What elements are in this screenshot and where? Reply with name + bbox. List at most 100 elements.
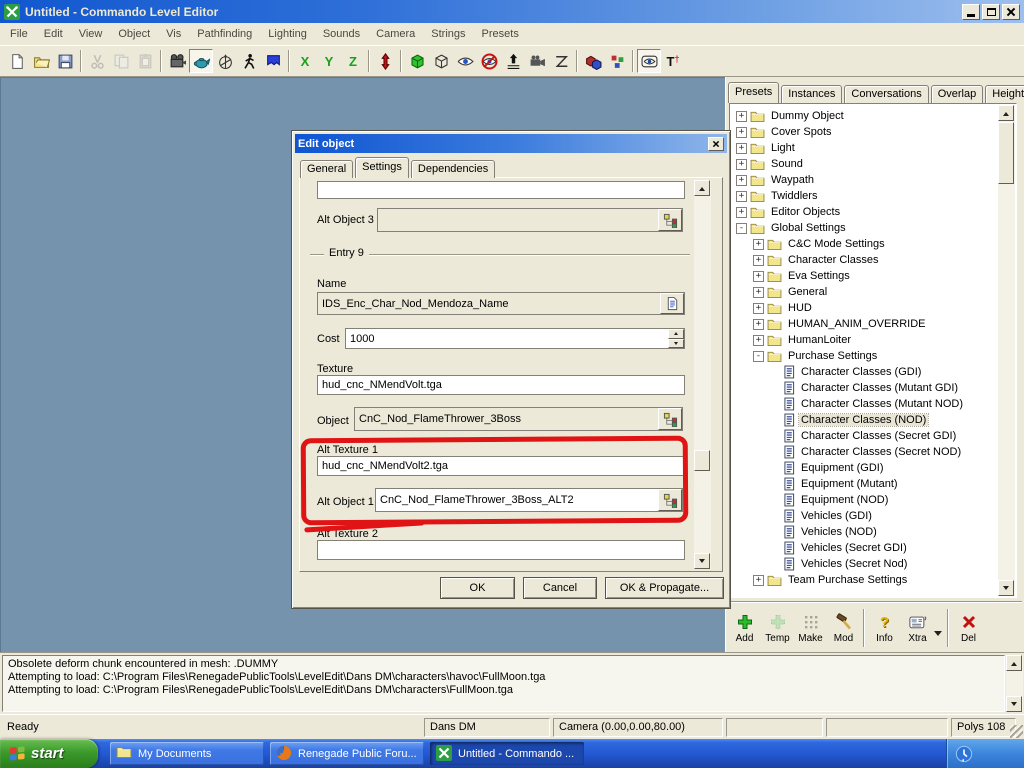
tree-item[interactable]: +HumanLoiter <box>732 332 1014 348</box>
menu-item-file[interactable]: File <box>2 25 36 43</box>
texture-input[interactable] <box>317 375 685 395</box>
tree-item[interactable]: +HUMAN_ANIM_OVERRIDE <box>732 316 1014 332</box>
resize-grip[interactable] <box>1010 725 1023 738</box>
tree-item[interactable]: Character Classes (Secret NOD) <box>732 444 1014 460</box>
expand-toggle[interactable]: + <box>736 191 747 202</box>
object-browse-button[interactable] <box>658 408 682 430</box>
color-dots-button[interactable] <box>605 49 629 73</box>
taskbar-task-my-documents[interactable]: My Documents <box>110 742 264 765</box>
tree-item[interactable]: Equipment (NOD) <box>732 492 1014 508</box>
tree-scrollbar[interactable] <box>998 105 1015 596</box>
scroll-thumb[interactable] <box>694 450 710 471</box>
menu-item-vis[interactable]: Vis <box>158 25 189 43</box>
scroll-down-button[interactable] <box>1006 696 1022 712</box>
axis-gizmo-button[interactable] <box>213 49 237 73</box>
scroll-down-button[interactable] <box>694 553 710 569</box>
collapse-toggle[interactable]: - <box>753 351 764 362</box>
taskbar-task-untitled-commando[interactable]: Untitled - Commando ... <box>430 742 584 765</box>
ok-button[interactable]: OK <box>440 577 515 599</box>
cancel-button[interactable]: Cancel <box>523 577 597 599</box>
cost-input[interactable] <box>345 328 685 349</box>
y-axis-button[interactable]: Y <box>317 49 341 73</box>
panel-tab-conversations[interactable]: Conversations <box>844 85 928 103</box>
tree-item[interactable]: Character Classes (Secret GDI) <box>732 428 1014 444</box>
tree-item[interactable]: +Character Classes <box>732 252 1014 268</box>
menu-item-camera[interactable]: Camera <box>368 25 423 43</box>
tree-item[interactable]: Character Classes (NOD) <box>732 412 1014 428</box>
waypoint-flag-button[interactable] <box>261 49 285 73</box>
vertical-move-button[interactable] <box>373 49 397 73</box>
tree-item[interactable]: +Sound <box>732 156 1014 172</box>
object-input[interactable] <box>354 407 683 431</box>
expand-toggle[interactable]: + <box>736 159 747 170</box>
log-scrollbar[interactable] <box>1006 655 1023 712</box>
alt-texture-1-input[interactable] <box>317 456 685 476</box>
x-axis-button[interactable]: X <box>293 49 317 73</box>
tree-item[interactable]: -Purchase Settings <box>732 348 1014 364</box>
tree-item[interactable]: Character Classes (GDI) <box>732 364 1014 380</box>
tree-item[interactable]: Vehicles (Secret Nod) <box>732 556 1014 572</box>
del-button[interactable]: Del <box>952 607 985 649</box>
xtra-button[interactable]: Xtra <box>901 607 934 649</box>
expand-toggle[interactable]: + <box>753 303 764 314</box>
minimize-button[interactable] <box>962 4 980 20</box>
tree-item[interactable]: +Eva Settings <box>732 268 1014 284</box>
tree-item[interactable]: +Editor Objects <box>732 204 1014 220</box>
walking-man-button[interactable] <box>237 49 261 73</box>
dialog-tab-dependencies[interactable]: Dependencies <box>411 160 495 178</box>
scroll-up-button[interactable] <box>998 105 1014 121</box>
color-cubes-button[interactable] <box>581 49 605 73</box>
angle-tool-button[interactable] <box>549 49 573 73</box>
tree-item[interactable]: +Light <box>732 140 1014 156</box>
tree-item[interactable]: +Cover Spots <box>732 124 1014 140</box>
expand-toggle[interactable]: + <box>753 335 764 346</box>
eye-button[interactable] <box>453 49 477 73</box>
dialog-tab-settings[interactable]: Settings <box>355 157 409 178</box>
paste-button[interactable] <box>133 49 157 73</box>
new-file-button[interactable] <box>5 49 29 73</box>
xtra-dropdown-arrow[interactable] <box>934 631 942 640</box>
menu-item-view[interactable]: View <box>71 25 111 43</box>
tree-item[interactable]: -Global Settings <box>732 220 1014 236</box>
spin-down-button[interactable] <box>668 339 684 349</box>
mod-button[interactable]: Mod <box>827 607 860 649</box>
tree-item[interactable]: +Twiddlers <box>732 188 1014 204</box>
expand-toggle[interactable]: + <box>753 575 764 586</box>
expand-toggle[interactable]: + <box>736 143 747 154</box>
raise-height-button[interactable] <box>501 49 525 73</box>
tree-item[interactable]: Character Classes (Mutant GDI) <box>732 380 1014 396</box>
z-axis-button[interactable]: Z <box>341 49 365 73</box>
expand-toggle[interactable]: + <box>753 255 764 266</box>
dialog-title-bar[interactable]: Edit object <box>295 134 727 153</box>
copy-button[interactable] <box>109 49 133 73</box>
collapse-toggle[interactable]: - <box>736 223 747 234</box>
movie-camera-button[interactable] <box>165 49 189 73</box>
menu-item-pathfinding[interactable]: Pathfinding <box>189 25 260 43</box>
open-folder-button[interactable] <box>29 49 53 73</box>
expand-toggle[interactable]: + <box>753 287 764 298</box>
tree-item[interactable]: +C&C Mode Settings <box>732 236 1014 252</box>
dialog-scrollbar[interactable] <box>694 180 711 569</box>
menu-item-presets[interactable]: Presets <box>474 25 527 43</box>
scroll-up-button[interactable] <box>1006 655 1022 671</box>
scroll-down-button[interactable] <box>998 580 1014 596</box>
start-button[interactable]: start <box>0 739 98 768</box>
spin-up-button[interactable] <box>668 329 684 339</box>
text-tool-button[interactable]: T† <box>661 49 685 73</box>
temp-button[interactable]: Temp <box>761 607 794 649</box>
tree-item[interactable]: Equipment (Mutant) <box>732 476 1014 492</box>
expand-toggle[interactable]: + <box>753 319 764 330</box>
tree-item[interactable]: +Dummy Object <box>732 108 1014 124</box>
tree-item[interactable]: +Team Purchase Settings <box>732 572 1014 588</box>
panel-tab-presets[interactable]: Presets <box>728 82 779 103</box>
menu-item-sounds[interactable]: Sounds <box>315 25 368 43</box>
tree-item[interactable]: +General <box>732 284 1014 300</box>
panel-tab-overlap[interactable]: Overlap <box>931 85 984 103</box>
ok-propagate-button[interactable]: OK & Propagate... <box>605 577 724 599</box>
tree-item[interactable]: Vehicles (NOD) <box>732 524 1014 540</box>
scrolled-partial-input[interactable] <box>317 181 685 199</box>
panel-tab-heightfield[interactable]: Heightfield <box>985 85 1024 103</box>
expand-toggle[interactable]: + <box>736 175 747 186</box>
panel-tab-instances[interactable]: Instances <box>781 85 842 103</box>
tree-item[interactable]: +Waypath <box>732 172 1014 188</box>
